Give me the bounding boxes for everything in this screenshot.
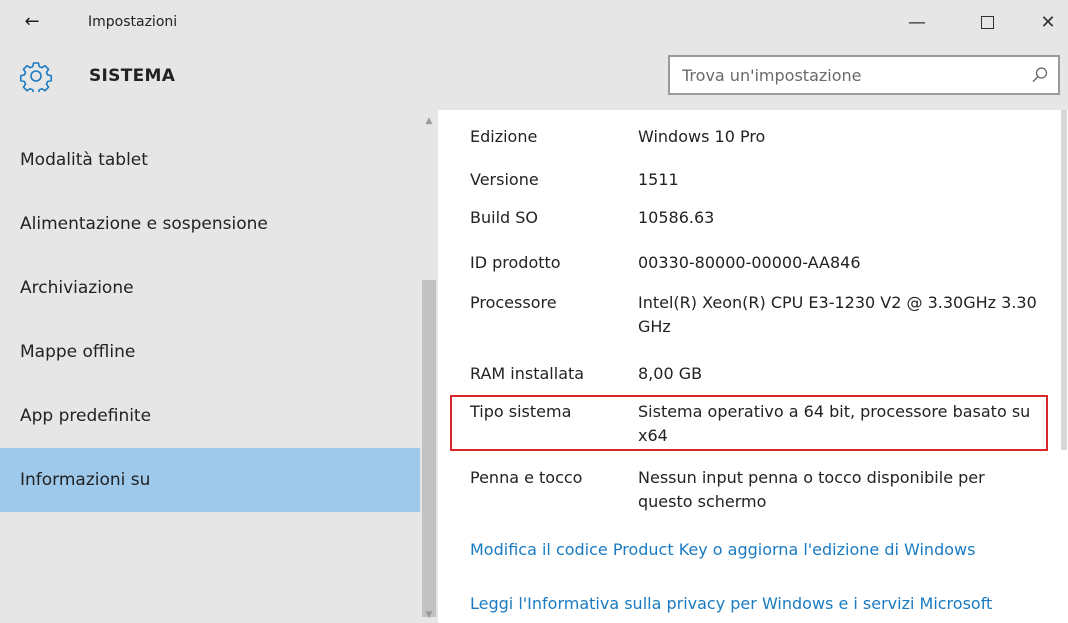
sidebar-item-modalita-tablet[interactable]: Modalità tablet xyxy=(0,128,420,192)
sidebar-item-archiviazione[interactable]: Archiviazione xyxy=(0,256,420,320)
search-input[interactable] xyxy=(670,57,1032,93)
section-title: SISTEMA xyxy=(89,66,176,86)
close-icon: ✕ xyxy=(1040,11,1056,33)
sidebar: Modalità tablet Alimentazione e sospensi… xyxy=(0,110,420,623)
sidebar-item-label: Mappe offline xyxy=(20,342,136,362)
sidebar-item-label: Alimentazione e sospensione xyxy=(20,214,268,234)
sidebar-item-mappe-offline[interactable]: Mappe offline xyxy=(0,320,420,384)
minimize-button[interactable]: — xyxy=(893,4,941,40)
maximize-button[interactable] xyxy=(963,4,1011,40)
about-panel: Edizione Windows 10 Pro Versione 1511 Bu… xyxy=(438,110,1060,623)
sidebar-item-informazioni-su[interactable]: Informazioni su xyxy=(0,448,420,512)
product-key-link[interactable]: Modifica il codice Product Key o aggiorn… xyxy=(470,540,975,559)
search-box[interactable] xyxy=(668,55,1060,95)
info-value: Intel(R) Xeon(R) CPU E3-1230 V2 @ 3.30GH… xyxy=(638,293,1037,336)
scroll-down-icon[interactable]: ▼ xyxy=(424,610,434,620)
info-label: Processore xyxy=(470,293,557,312)
info-value: 1511 xyxy=(638,170,679,189)
content-scrollbar[interactable] xyxy=(1060,110,1068,623)
back-button[interactable]: ← xyxy=(14,6,50,36)
back-arrow-icon: ← xyxy=(24,10,40,32)
info-value: Nessun input penna o tocco disponibile p… xyxy=(638,468,985,511)
page-header: SISTEMA xyxy=(0,46,1068,110)
privacy-link[interactable]: Leggi l'Informativa sulla privacy per Wi… xyxy=(470,594,992,613)
info-value: 10586.63 xyxy=(638,208,715,227)
title-bar: ← Impostazioni — ✕ xyxy=(0,0,1068,46)
sidebar-item-label: Modalità tablet xyxy=(20,150,148,170)
minimize-icon: — xyxy=(908,11,926,33)
info-value: Sistema operativo a 64 bit, processore b… xyxy=(638,402,1031,445)
close-button[interactable]: ✕ xyxy=(1024,4,1068,40)
info-label: Edizione xyxy=(470,127,538,146)
sidebar-item-alimentazione[interactable]: Alimentazione e sospensione xyxy=(0,192,420,256)
sidebar-item-label: App predefinite xyxy=(20,406,152,426)
app-title: Impostazioni xyxy=(88,14,178,30)
gear-icon xyxy=(20,62,52,92)
sidebar-item-label: Informazioni su xyxy=(20,470,151,490)
info-label: Penna e tocco xyxy=(470,468,583,487)
maximize-icon xyxy=(980,15,994,29)
info-value: Windows 10 Pro xyxy=(638,127,766,146)
info-label: ID prodotto xyxy=(470,253,561,272)
info-value: 8,00 GB xyxy=(638,364,703,383)
sidebar-scrollbar[interactable]: ▲ ▼ xyxy=(420,110,438,623)
info-label: RAM installata xyxy=(470,364,585,383)
sidebar-item-app-predefinite[interactable]: App predefinite xyxy=(0,384,420,448)
info-label: Build SO xyxy=(470,208,538,227)
info-label: Tipo sistema xyxy=(470,402,572,421)
info-label: Versione xyxy=(470,170,539,189)
scroll-up-icon[interactable]: ▲ xyxy=(424,116,434,126)
sidebar-item-label: Archiviazione xyxy=(20,278,134,298)
search-icon[interactable] xyxy=(1030,65,1050,85)
scrollbar-thumb[interactable] xyxy=(1061,110,1067,450)
info-value: 00330-80000-00000-AA846 xyxy=(638,253,861,272)
scrollbar-thumb[interactable] xyxy=(422,280,436,617)
